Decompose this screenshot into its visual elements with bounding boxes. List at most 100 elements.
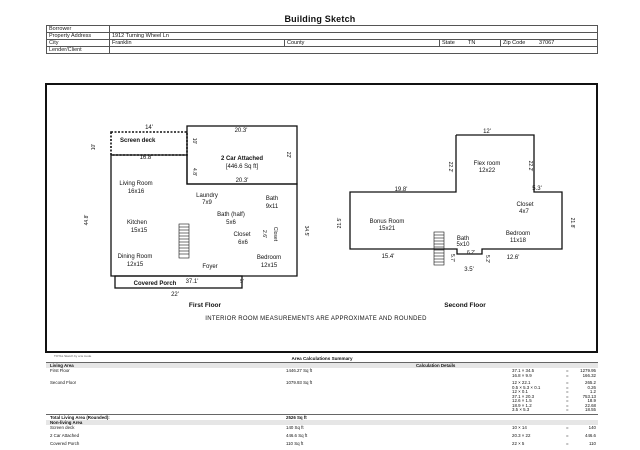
borrower-label: Borrower — [46, 25, 110, 33]
foyer-label: Foyer — [202, 264, 217, 270]
lender-label: Lender/Client — [46, 46, 110, 54]
dim-porch-5: 5' — [240, 279, 244, 285]
non-living-row: 2 Car Attached 446.6 Sq ft 20.3 × 22 = 446.6 — [46, 433, 598, 438]
city-value: Franklin — [109, 39, 285, 47]
dim-44-8: 44.8' — [84, 215, 90, 226]
kitchen-label: Kitchen — [127, 220, 147, 226]
building-sketch-drawing: 14' 20.3' 10' 10' 16.8' Screen deck 22' … — [84, 125, 575, 322]
non-living-expr: 22 × 5 — [512, 441, 525, 446]
screen-deck-label: Screen deck — [120, 138, 156, 144]
city-label: City — [46, 39, 110, 47]
non-living-val: 446.6 — [585, 433, 596, 438]
dim-37-1: 37.1' — [186, 279, 199, 285]
kitchen-dim: 15x15 — [131, 228, 148, 234]
dim-14: 14' — [145, 125, 153, 131]
summary-title: Area Calculations Summary — [291, 356, 353, 361]
dim-porch-22: 22' — [171, 292, 179, 298]
bath-half-dim: 5x6 — [226, 220, 236, 226]
living-room-dim: 16x16 — [128, 189, 145, 195]
bath-half-label: Bath (half) — [217, 212, 245, 218]
dim-20-3-bottom: 20.3' — [236, 178, 249, 184]
address-label: Property Address — [46, 32, 110, 40]
dim-flex-right: 22.2' — [527, 161, 533, 172]
borrower-value — [109, 25, 598, 33]
dim-12: 12' — [483, 129, 491, 135]
closet-dim: 6x6 — [238, 240, 248, 246]
garage-area: [446.6 Sq ft] — [226, 164, 259, 170]
dining-room-dim: 12x15 — [127, 262, 144, 268]
dim-garage-right: 22' — [285, 152, 291, 159]
non-living-area: 110 Sq ft — [286, 441, 304, 446]
approximation-note: INTERIOR ROOM MEASUREMENTS ARE APPROXIMA… — [205, 316, 427, 322]
dim-12-6: 12.6' — [507, 255, 520, 261]
bath-dim-2: 5x10 — [456, 242, 470, 248]
state-value: TN — [466, 39, 501, 47]
dim-flex-left: 22.2' — [447, 162, 453, 173]
dim-3-5: 3.5' — [464, 267, 474, 273]
closet-label-2: Closet — [516, 202, 533, 208]
dim-5-3: 5.3' — [532, 186, 542, 192]
dim-6-2: 6.2' — [467, 250, 475, 256]
bedroom-label: Bedroom — [257, 255, 281, 261]
second-calc-value: 18.55 — [585, 407, 596, 412]
first-calc-equals: = — [566, 372, 569, 378]
closet-dim-2: 4x7 — [519, 209, 529, 215]
porch-label: Covered Porch — [134, 281, 177, 287]
bedroom-dim-2: 11x18 — [510, 238, 527, 244]
dim-21-8: 21.8' — [569, 218, 575, 229]
dim-5-2: 5.2' — [484, 255, 490, 263]
second-floor-caption: Second Floor — [444, 302, 486, 309]
address-value: 1912 Turning Wheel Ln — [109, 32, 598, 40]
non-living-row: Screen deck 140 Sq ft 10 × 14 = 140 — [46, 425, 598, 430]
laundry-label: Laundry — [196, 193, 218, 199]
dining-room-label: Dining Room — [118, 254, 153, 260]
non-living-val: 110 — [589, 441, 596, 446]
property-info-table: Borrower Property Address 1912 Turning W… — [46, 25, 598, 54]
bath-label: Bath — [266, 196, 278, 202]
living-room-label: Living Room — [119, 181, 152, 187]
dim-34-5: 34.5' — [303, 226, 309, 237]
non-living-equals: = — [566, 433, 569, 438]
first-calc-row: 16.8 × 9.9 = 166.32 — [46, 373, 598, 378]
bonus-room-label: Bonus Room — [370, 219, 405, 225]
bath-dim: 9x11 — [266, 204, 279, 210]
first-floor-labels: 14' 20.3' 10' 10' 16.8' Screen deck 22' … — [84, 125, 309, 309]
garage-outline — [186, 125, 298, 185]
dim-20-3-top: 20.3' — [235, 128, 248, 134]
garage-label: 2 Car Attached — [221, 156, 263, 162]
dim-16-8: 16.8' — [140, 155, 153, 161]
non-living-area: 446.6 Sq ft — [286, 433, 308, 438]
first-floor-caption: First Floor — [189, 302, 222, 309]
laundry-dim: 7x9 — [202, 200, 212, 206]
closet-wall-label: Closet — [272, 227, 278, 242]
bedroom-label-2: Bedroom — [506, 231, 530, 237]
dim-5-7: 5.7' — [449, 254, 455, 262]
non-living-area: 140 Sq ft — [286, 425, 304, 430]
bonus-room-dim: 15x21 — [379, 226, 396, 232]
dim-21-5: 21.5' — [337, 218, 343, 229]
non-living-expr: 10 × 14 — [512, 425, 527, 430]
state-label: State — [439, 39, 466, 47]
page-title: Building Sketch — [284, 14, 356, 24]
bedroom-dim: 12x15 — [261, 263, 278, 269]
non-living-equals: = — [566, 441, 569, 446]
first-calc-value: 166.32 — [582, 372, 596, 378]
second-calc-expr: 3.5 × 5.3 — [512, 407, 530, 412]
second-calc-equals: = — [566, 407, 569, 412]
dim-deck-mid: 10' — [191, 138, 197, 145]
zip-value: 37067 — [537, 39, 598, 47]
non-living-name: Screen deck — [50, 425, 75, 430]
dim-15-4: 15.4' — [382, 254, 395, 260]
first-calc-expr: 16.8 × 9.9 — [512, 372, 532, 378]
dim-deck-left: 10' — [91, 144, 97, 151]
non-living-expr: 20.3 × 22 — [512, 433, 531, 438]
county-label: County — [284, 39, 440, 47]
flex-room-label: Flex room — [474, 161, 501, 167]
dim-garage-left: 4.8' — [191, 168, 197, 176]
non-living-name: Covered Porch — [50, 441, 80, 446]
second-calc-row: 3.5 × 5.3 = 18.55 — [46, 407, 598, 412]
lender-value — [109, 46, 598, 54]
flex-room-dim: 12x22 — [479, 168, 496, 174]
dim-closet-wall: 2.6' — [261, 230, 267, 238]
non-living-val: 140 — [588, 425, 596, 430]
